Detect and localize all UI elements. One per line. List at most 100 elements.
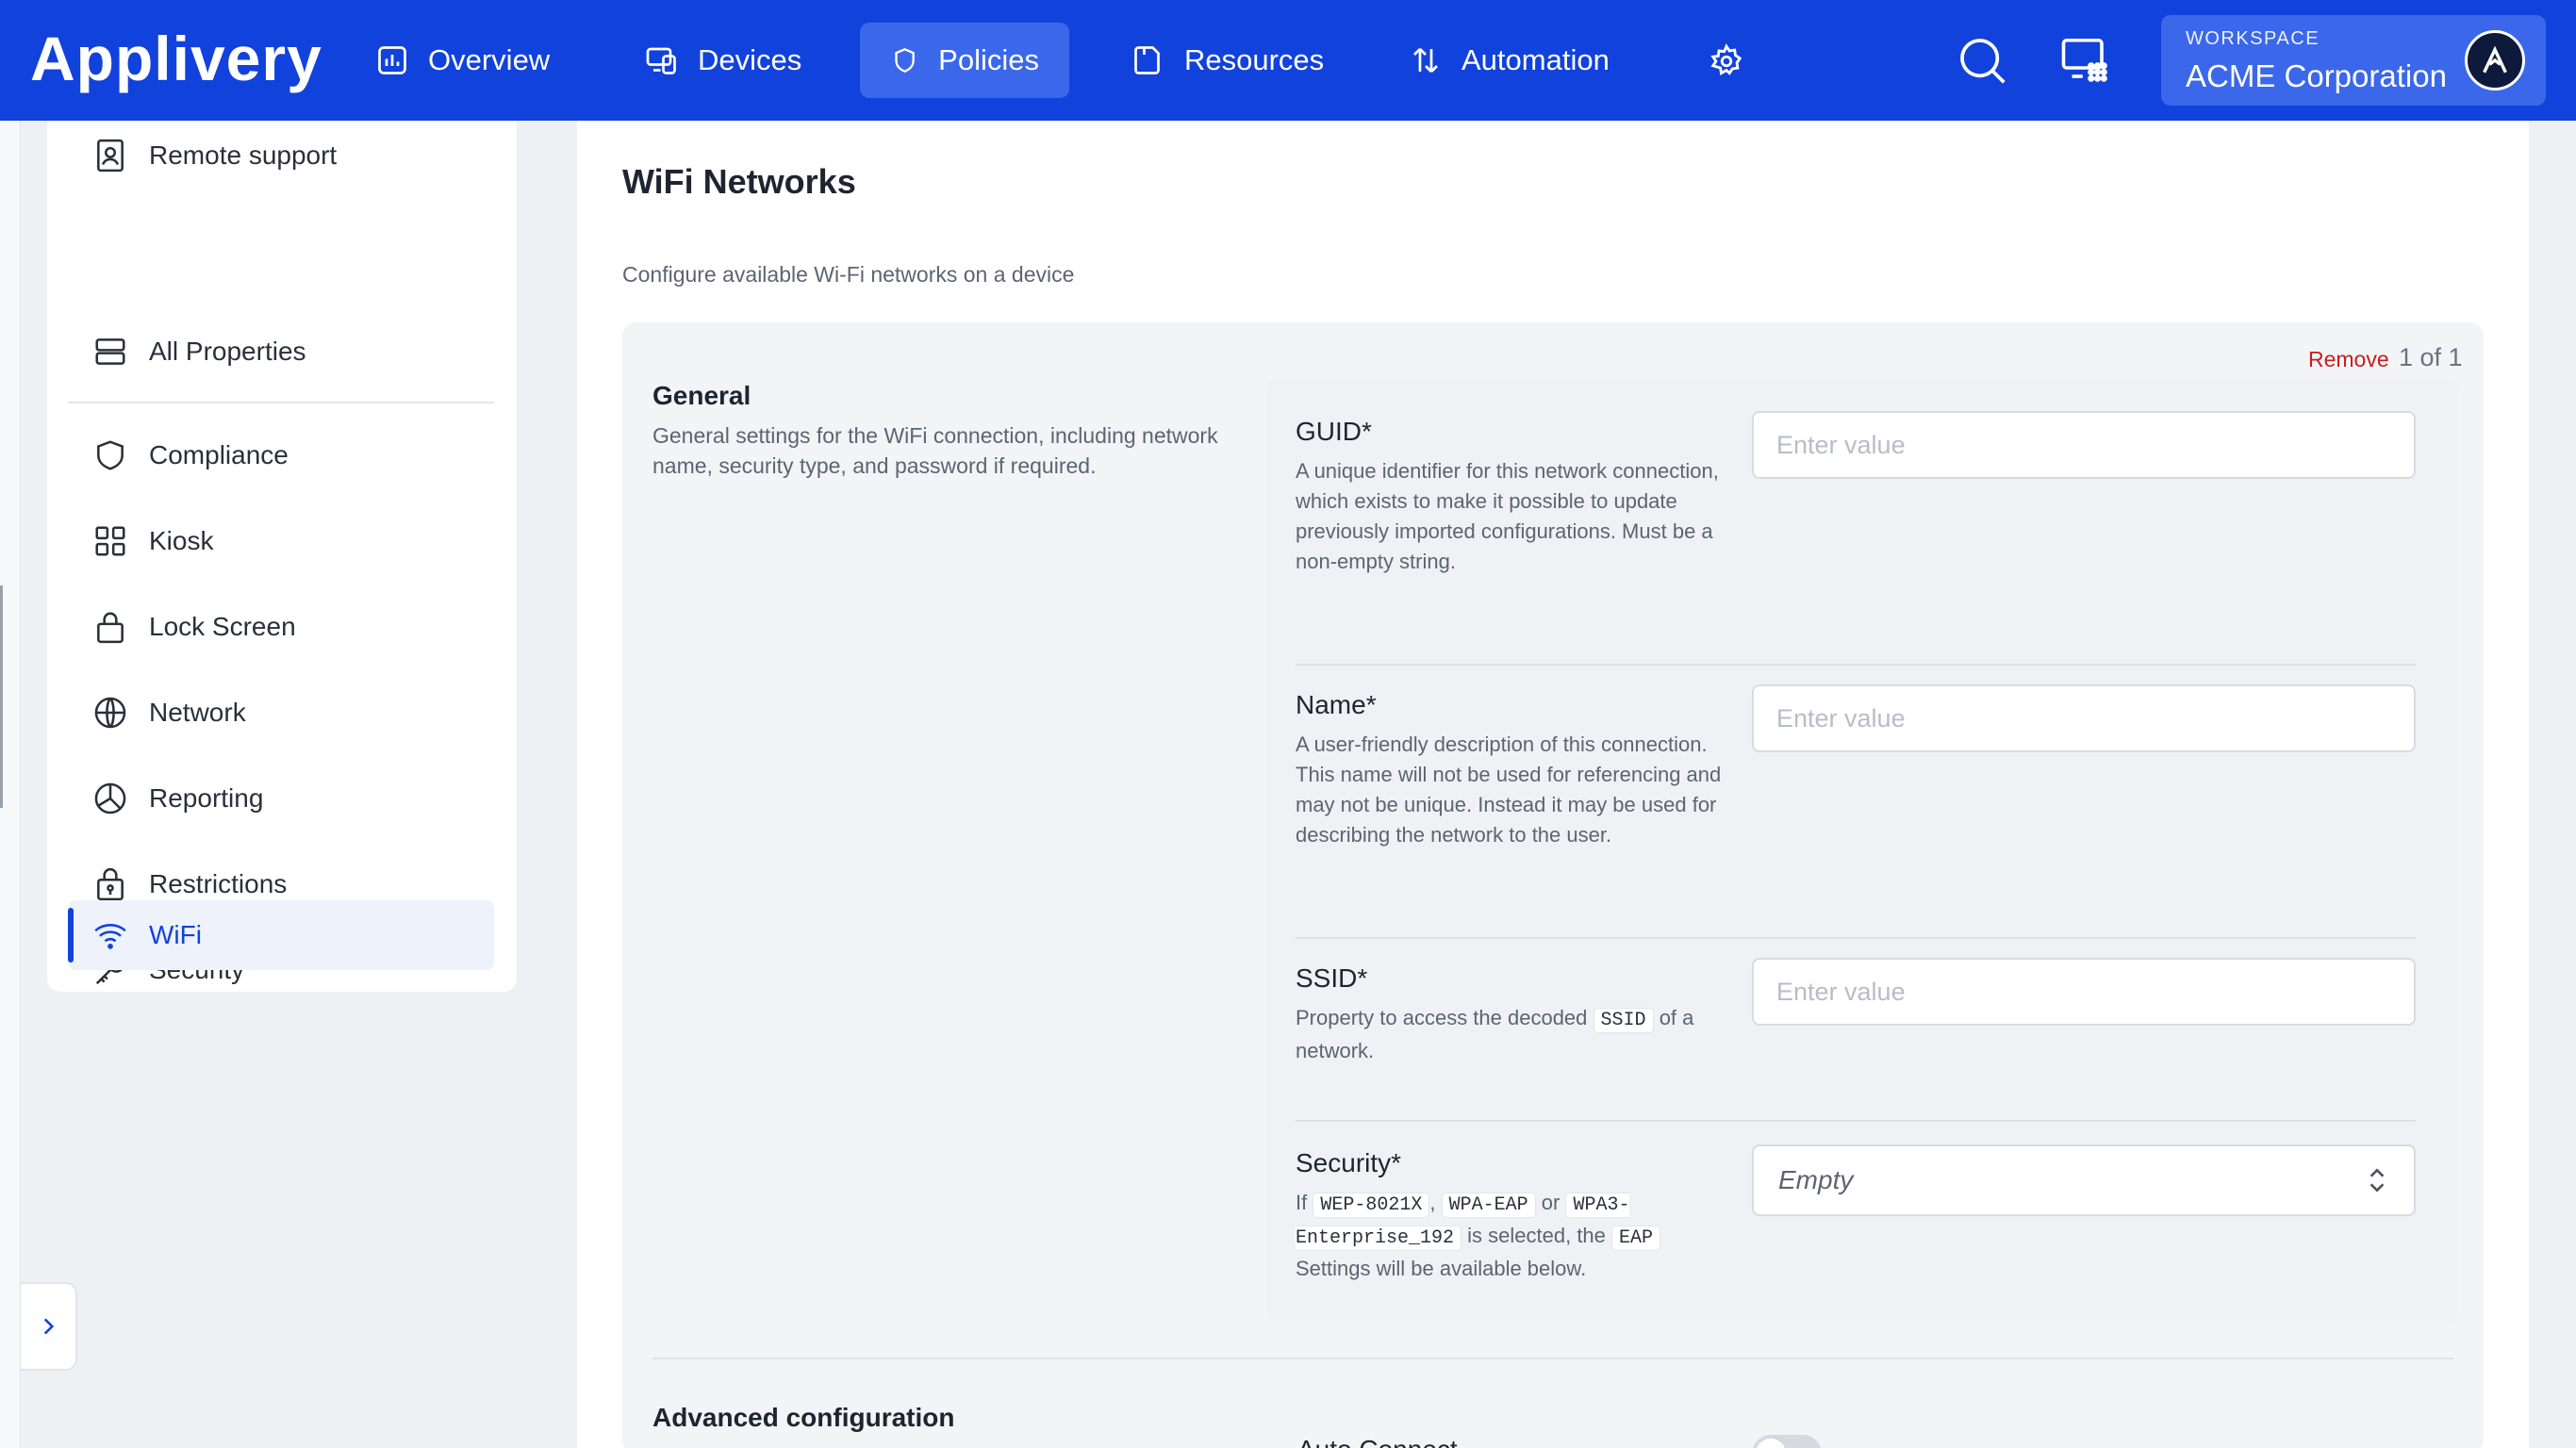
main-content: WiFi Networks Configure available Wi-Fi … <box>577 121 2529 1448</box>
top-nav-bar: Applivery Overview Devices Policies Reso… <box>0 0 2576 121</box>
search-button[interactable] <box>1956 34 2008 87</box>
rail-scroll-indicator <box>0 585 3 808</box>
security-code-eap: EAP <box>1611 1226 1661 1251</box>
ssid-help-text: Property to access the decoded <box>1296 1006 1588 1029</box>
security-label: Security* <box>1296 1148 1402 1177</box>
nav-resources[interactable]: Resources <box>1101 23 1354 98</box>
advanced-section-title: Advanced configuration <box>652 1403 955 1432</box>
field-divider <box>1296 937 2416 939</box>
properties-icon <box>95 338 125 365</box>
auto-connect-toggle[interactable] <box>1752 1435 1822 1448</box>
section-divider <box>652 1358 2453 1359</box>
devices-icon <box>646 47 676 74</box>
sidebar-item-reporting[interactable]: Reporting <box>68 764 517 833</box>
folder-icon <box>1134 46 1160 74</box>
nav-automation-label: Automation <box>1461 43 1610 76</box>
ssid-code: SSID <box>1593 1008 1654 1033</box>
sidebar-item-remote-support[interactable]: Remote support <box>68 121 517 190</box>
guid-input[interactable] <box>1752 411 2416 479</box>
nav-overview[interactable]: Overview <box>345 23 580 98</box>
nav-automation[interactable]: Automation <box>1379 23 1640 98</box>
sidebar-item-label: Compliance <box>149 440 289 469</box>
shield-icon <box>97 440 124 470</box>
page-description: Configure available Wi-Fi networks on a … <box>622 262 1075 287</box>
security-help-end: Settings will be available below. <box>1296 1257 1587 1280</box>
search-icon <box>1960 39 2006 84</box>
ssid-label: SSID* <box>1296 963 1368 993</box>
lock-icon <box>97 612 124 644</box>
globe-icon <box>94 697 126 729</box>
sidebar-divider <box>68 402 494 403</box>
security-help-or: or <box>1541 1191 1560 1214</box>
automation-icon <box>1413 48 1438 73</box>
name-input[interactable] <box>1752 684 2416 752</box>
sidebar-item-label: Reporting <box>149 783 264 813</box>
applivery-a-icon <box>2483 45 2507 74</box>
guid-help: A unique identifier for this network con… <box>1296 459 1719 573</box>
general-section-description: General settings for the WiFi connection… <box>652 423 1218 478</box>
name-help: A user-friendly description of this conn… <box>1296 732 1722 847</box>
wifi-network-card: Remove 1 of 1 General General settings f… <box>622 322 2484 1448</box>
sidebar-item-label: Kiosk <box>149 526 214 555</box>
chart-icon <box>378 46 406 74</box>
sidebar-item-label: Restrictions <box>149 869 288 898</box>
remote-support-icon <box>97 139 124 173</box>
field-divider <box>1296 1120 2416 1122</box>
sidebar-item-lock-screen[interactable]: Lock Screen <box>68 592 517 662</box>
applivery-logo[interactable]: Applivery <box>30 23 322 94</box>
sidebar-item-label: Remote support <box>149 140 338 170</box>
page-title: WiFi Networks <box>622 162 856 201</box>
sidebar-expand-button[interactable] <box>21 1282 77 1371</box>
shield-icon <box>895 48 915 73</box>
sidebar-item-wifi[interactable]: WiFi <box>68 900 494 970</box>
grid-icon <box>2061 38 2107 82</box>
sidebar-item-kiosk[interactable]: Kiosk <box>68 506 517 576</box>
nav-devices-label: Devices <box>698 43 802 76</box>
kiosk-icon <box>95 526 125 556</box>
policy-sidebar: Remote support All Properties Compliance… <box>47 121 517 992</box>
nav-devices[interactable]: Devices <box>615 23 832 98</box>
nav-overview-label: Overview <box>428 43 551 76</box>
security-help: If WEP-8021X, WPA-EAP or WPA3-Enterprise… <box>1296 1188 1729 1284</box>
workspace-label: WORKSPACE <box>2186 28 2320 49</box>
workspace-name: ACME Corporation <box>2186 58 2447 93</box>
security-code-wpa-eap: WPA-EAP <box>1441 1193 1536 1218</box>
pie-chart-icon <box>94 782 126 814</box>
chevron-right-icon <box>43 1318 55 1335</box>
settings-button[interactable] <box>1699 38 1754 85</box>
security-select[interactable]: Empty <box>1752 1144 2416 1216</box>
guid-label: GUID* <box>1296 417 1372 446</box>
workspace-avatar <box>2465 30 2525 90</box>
general-fields-panel: GUID* A unique identifier for this netwo… <box>1267 379 2457 1322</box>
security-help-selected: is selected, the <box>1467 1224 1606 1247</box>
sidebar-item-compliance[interactable]: Compliance <box>68 420 517 490</box>
workspace-switcher[interactable]: WORKSPACE ACME Corporation <box>2161 15 2546 106</box>
security-code-wep: WEP-8021X <box>1313 1193 1430 1218</box>
security-select-value: Empty <box>1778 1165 1854 1194</box>
wifi-icon <box>94 924 126 949</box>
sidebar-item-all-properties[interactable]: All Properties <box>68 317 517 387</box>
security-help-text: If <box>1296 1191 1308 1214</box>
network-counter: 1 of 1 <box>2399 343 2463 371</box>
sidebar-item-label: Lock Screen <box>149 612 296 641</box>
security-help-comma: , <box>1429 1191 1436 1214</box>
nav-resources-label: Resources <box>1184 43 1325 76</box>
sidebar-item-label: Network <box>149 698 246 727</box>
general-section-title: General <box>652 381 751 410</box>
sidebar-item-label: All Properties <box>149 337 306 366</box>
ssid-input[interactable] <box>1752 958 2416 1026</box>
lock-badge-icon <box>97 867 124 901</box>
nav-policies[interactable]: Policies <box>860 23 1069 98</box>
sidebar-item-label: WiFi <box>149 920 202 949</box>
left-rail <box>0 121 21 1448</box>
gear-icon <box>1710 43 1742 75</box>
auto-connect-label: Auto Connect <box>1297 1435 1458 1448</box>
apps-grid-button[interactable] <box>2059 34 2112 87</box>
name-label: Name* <box>1296 690 1377 719</box>
nav-policies-label: Policies <box>938 43 1039 76</box>
field-divider <box>1296 664 2416 666</box>
remove-network-link[interactable]: Remove <box>2308 347 2389 372</box>
ssid-help: Property to access the decoded SSID of a… <box>1296 1003 1729 1066</box>
select-chevrons-icon <box>2370 1168 2385 1193</box>
sidebar-item-network[interactable]: Network <box>68 678 517 748</box>
